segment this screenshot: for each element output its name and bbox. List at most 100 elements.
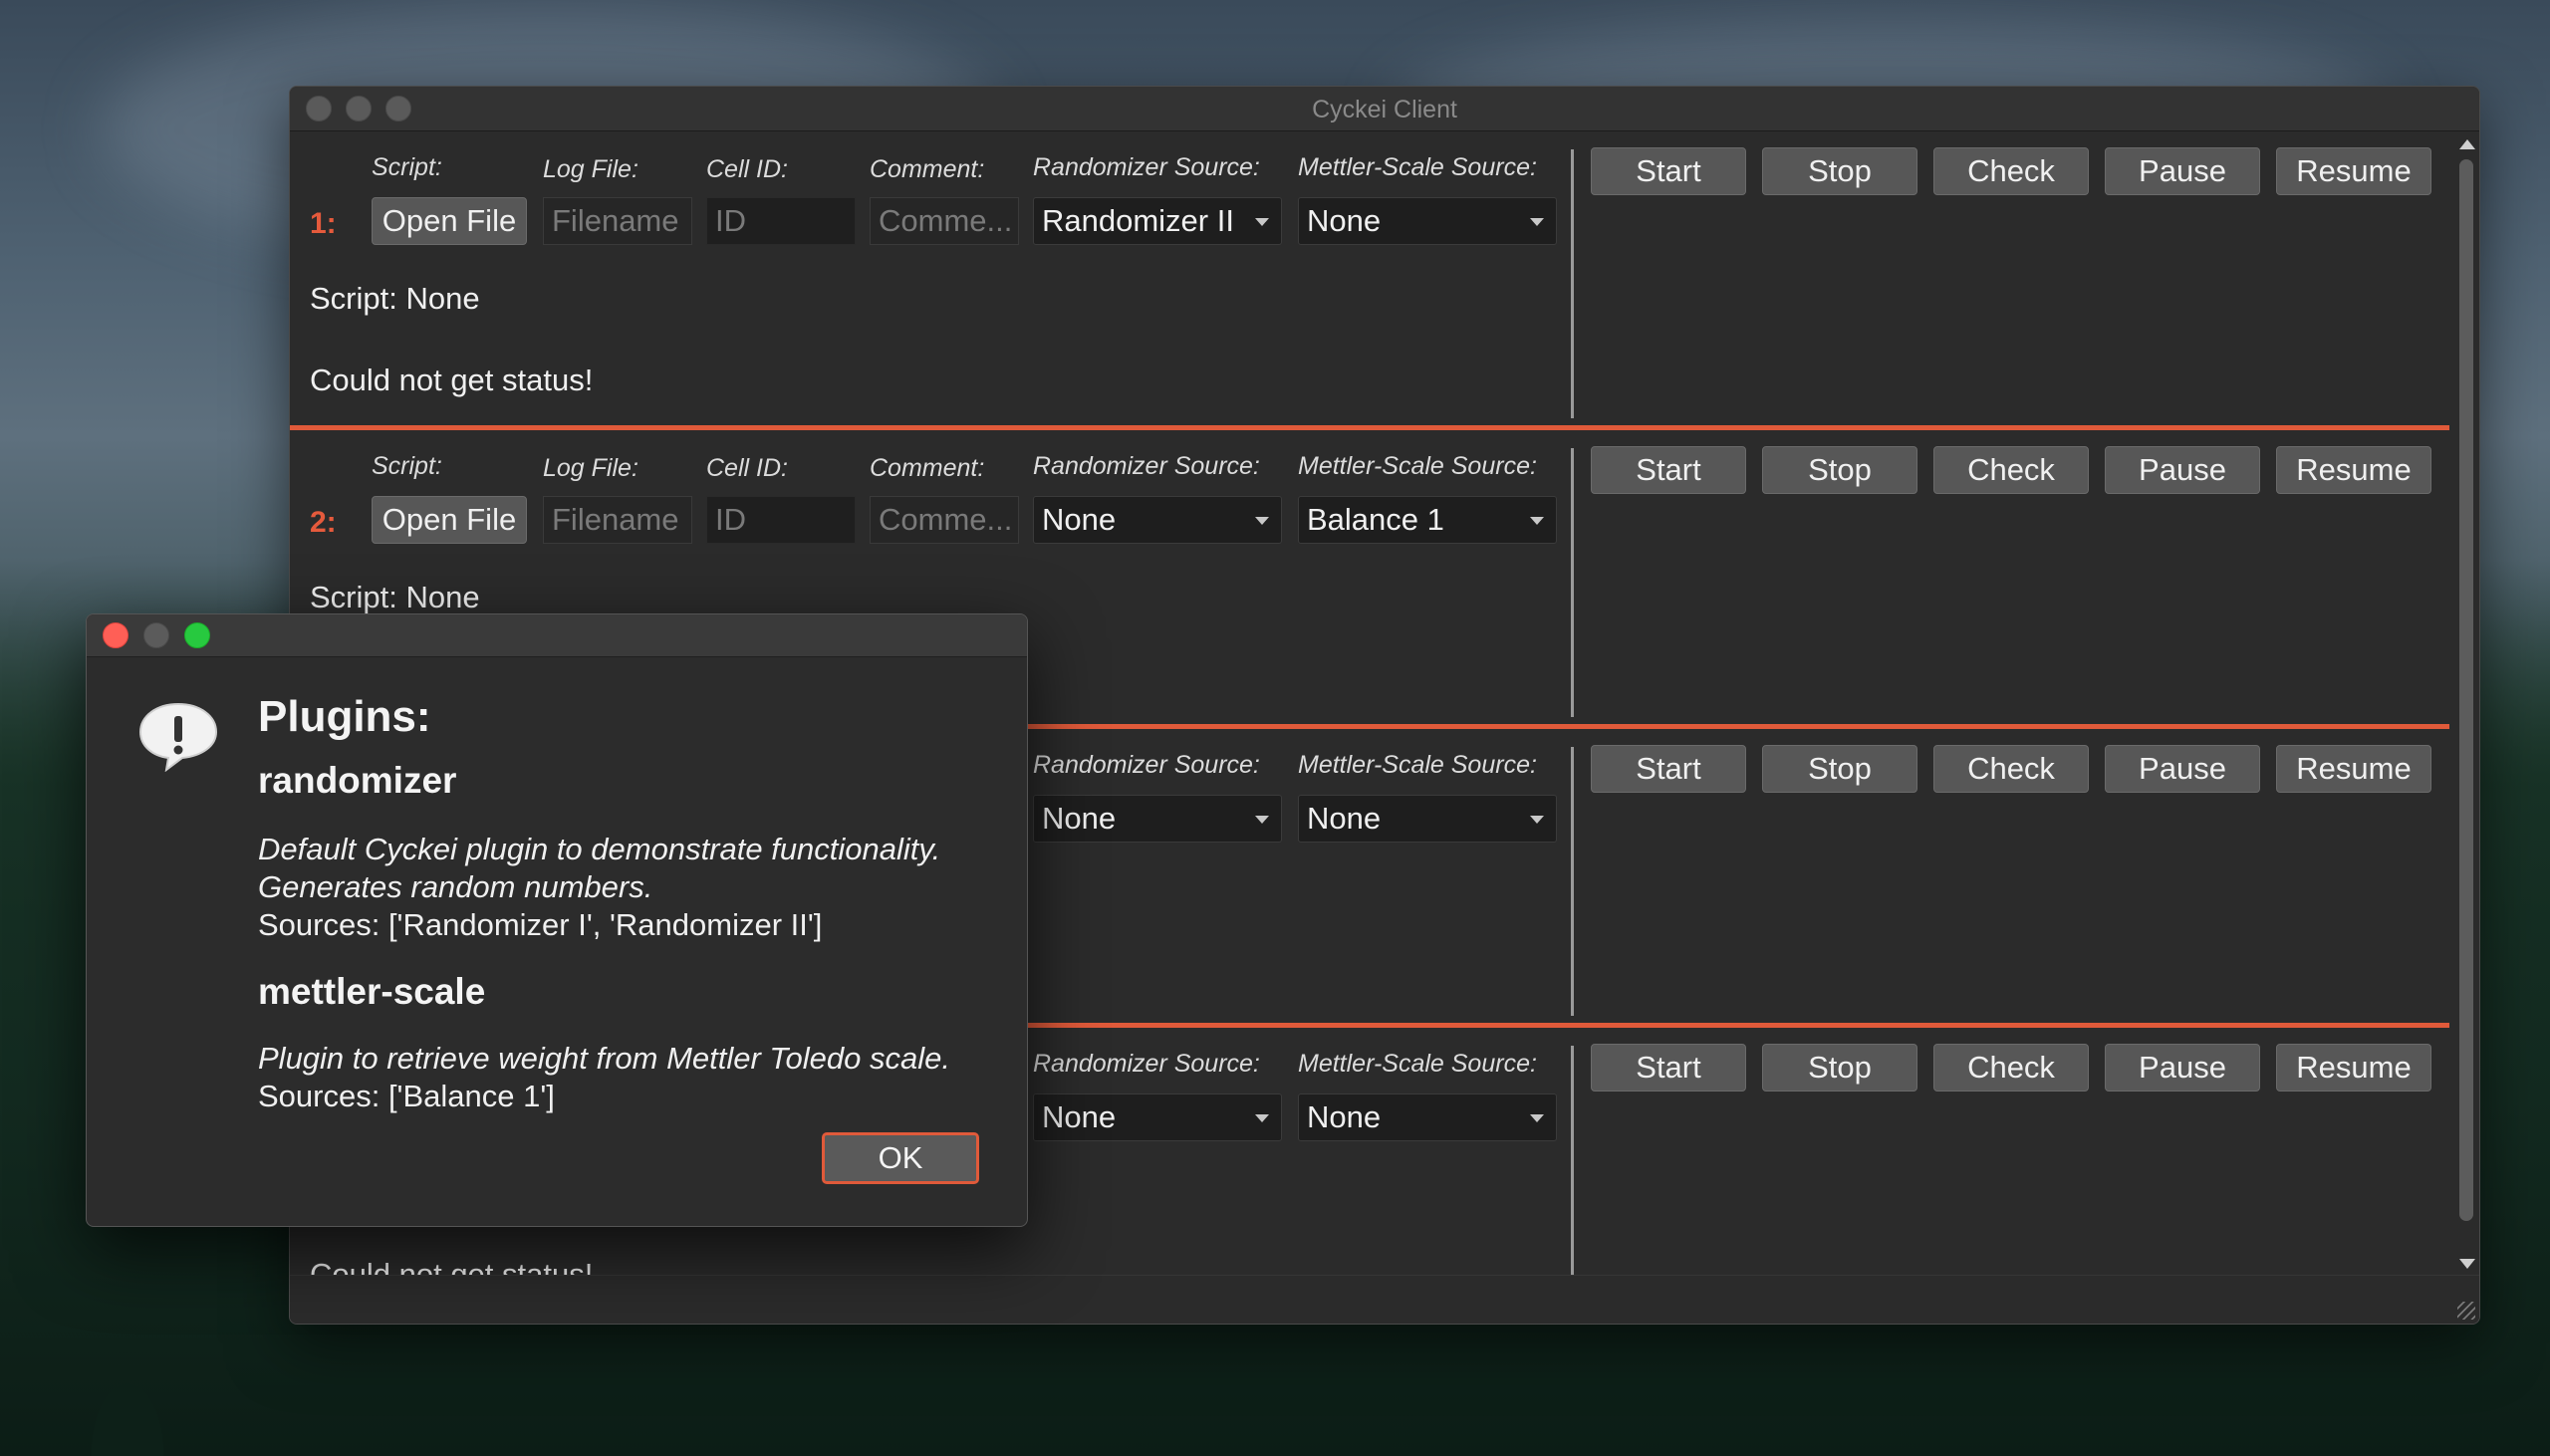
chevron-down-icon — [1255, 517, 1269, 525]
randomizer-source-value: None — [1042, 1099, 1117, 1134]
start-button[interactable]: Start — [1591, 446, 1746, 494]
mettler-source-label: Mettler-Scale Source: — [1298, 751, 1537, 779]
channel-status: Could not get status! — [310, 363, 594, 397]
resume-button[interactable]: Resume — [2276, 147, 2431, 195]
cell-id-input[interactable]: ID — [706, 496, 856, 544]
comment-input[interactable]: Comme... — [870, 197, 1019, 245]
randomizer-source-value: None — [1042, 801, 1117, 836]
script-label: Script: — [372, 452, 442, 480]
pause-button[interactable]: Pause — [2105, 1044, 2260, 1092]
cell-id-input[interactable]: ID — [706, 197, 856, 245]
channel-panel-1: Script: Log File: Cell ID: Comment: Rand… — [290, 131, 2449, 428]
plugin-name: mettler-scale — [258, 971, 486, 1012]
check-button[interactable]: Check — [1933, 745, 2089, 793]
randomizer-source-value: Randomizer II — [1042, 203, 1234, 238]
mettler-source-select[interactable]: Balance 1 — [1298, 496, 1557, 544]
stop-button[interactable]: Stop — [1762, 147, 1917, 195]
resume-button[interactable]: Resume — [2276, 1044, 2431, 1092]
dialog-close-button[interactable] — [103, 622, 128, 648]
start-button[interactable]: Start — [1591, 745, 1746, 793]
randomizer-source-label: Randomizer Source: — [1033, 751, 1260, 779]
chevron-down-icon — [1255, 218, 1269, 226]
plugin-sources: Sources: ['Randomizer I', 'Randomizer II… — [258, 907, 823, 942]
plugin-name: randomizer — [258, 760, 457, 801]
comment-label: Comment: — [870, 155, 985, 183]
stop-button[interactable]: Stop — [1762, 745, 1917, 793]
vertical-scrollbar[interactable] — [2451, 131, 2479, 1277]
dialog-zoom-button[interactable] — [184, 622, 210, 648]
window-titlebar[interactable]: Cyckei Client — [290, 87, 2479, 131]
channel-number: 1: — [310, 207, 337, 240]
mettler-source-label: Mettler-Scale Source: — [1298, 153, 1537, 181]
scroll-down-icon[interactable] — [2459, 1259, 2475, 1269]
scrollbar-thumb[interactable] — [2459, 159, 2473, 1221]
mettler-source-value: None — [1307, 1099, 1382, 1134]
mettler-source-select[interactable]: None — [1298, 197, 1557, 245]
log-filename-input[interactable]: Filename — [543, 197, 692, 245]
open-file-button[interactable]: Open File — [372, 197, 527, 245]
chevron-down-icon — [1255, 816, 1269, 824]
stop-button[interactable]: Stop — [1762, 446, 1917, 494]
randomizer-source-label: Randomizer Source: — [1033, 153, 1260, 181]
check-button[interactable]: Check — [1933, 446, 2089, 494]
open-file-button[interactable]: Open File — [372, 496, 527, 544]
stop-button[interactable]: Stop — [1762, 1044, 1917, 1092]
start-button[interactable]: Start — [1591, 1044, 1746, 1092]
resize-grip-icon[interactable] — [2457, 1302, 2475, 1320]
script-label: Script: — [372, 153, 442, 181]
log-file-label: Log File: — [543, 454, 638, 482]
mettler-source-select[interactable]: None — [1298, 795, 1557, 843]
dialog-title: Plugins: — [258, 692, 431, 741]
scroll-up-icon[interactable] — [2459, 139, 2475, 149]
dialog-minimize-button[interactable] — [143, 622, 169, 648]
resume-button[interactable]: Resume — [2276, 745, 2431, 793]
plugin-sources: Sources: ['Balance 1'] — [258, 1079, 555, 1113]
plugin-description: Generates random numbers. — [258, 869, 653, 904]
randomizer-source-label: Randomizer Source: — [1033, 452, 1260, 480]
channel-number: 2: — [310, 506, 337, 539]
randomizer-source-label: Randomizer Source: — [1033, 1050, 1260, 1078]
mettler-source-select[interactable]: None — [1298, 1093, 1557, 1141]
log-file-label: Log File: — [543, 155, 638, 183]
ok-button[interactable]: OK — [822, 1132, 979, 1184]
pause-button[interactable]: Pause — [2105, 147, 2260, 195]
panel-divider — [1571, 747, 1574, 1016]
mettler-source-value: Balance 1 — [1307, 502, 1444, 537]
dialog-titlebar[interactable] — [87, 614, 1027, 657]
pause-button[interactable]: Pause — [2105, 446, 2260, 494]
chevron-down-icon — [1530, 816, 1544, 824]
mettler-source-label: Mettler-Scale Source: — [1298, 1050, 1537, 1078]
mettler-source-value: None — [1307, 203, 1382, 238]
mettler-source-value: None — [1307, 801, 1382, 836]
comment-input[interactable]: Comme... — [870, 496, 1019, 544]
panel-divider — [1571, 149, 1574, 418]
log-filename-input[interactable]: Filename — [543, 496, 692, 544]
chevron-down-icon — [1530, 517, 1544, 525]
randomizer-source-value: None — [1042, 502, 1117, 537]
cell-id-label: Cell ID: — [706, 155, 788, 183]
alert-icon — [138, 702, 218, 772]
plugin-description: Plugin to retrieve weight from Mettler T… — [258, 1041, 950, 1076]
cell-id-label: Cell ID: — [706, 454, 788, 482]
window-title: Cyckei Client — [1312, 96, 1457, 123]
randomizer-source-select[interactable]: None — [1033, 1093, 1282, 1141]
pause-button[interactable]: Pause — [2105, 745, 2260, 793]
check-button[interactable]: Check — [1933, 147, 2089, 195]
panel-divider — [1571, 448, 1574, 717]
script-status: Script: None — [310, 281, 480, 316]
chevron-down-icon — [1530, 1114, 1544, 1122]
plugins-dialog: Plugins: randomizer Default Cyckei plugi… — [86, 613, 1028, 1227]
randomizer-source-select[interactable]: None — [1033, 496, 1282, 544]
start-button[interactable]: Start — [1591, 147, 1746, 195]
comment-label: Comment: — [870, 454, 985, 482]
randomizer-source-select[interactable]: Randomizer II — [1033, 197, 1282, 245]
chevron-down-icon — [1530, 218, 1544, 226]
plugin-description: Default Cyckei plugin to demonstrate fun… — [258, 832, 941, 866]
resume-button[interactable]: Resume — [2276, 446, 2431, 494]
chevron-down-icon — [1255, 1114, 1269, 1122]
mettler-source-label: Mettler-Scale Source: — [1298, 452, 1537, 480]
check-button[interactable]: Check — [1933, 1044, 2089, 1092]
window-bottom-bar — [290, 1275, 2479, 1324]
script-status: Script: None — [310, 580, 480, 614]
randomizer-source-select[interactable]: None — [1033, 795, 1282, 843]
